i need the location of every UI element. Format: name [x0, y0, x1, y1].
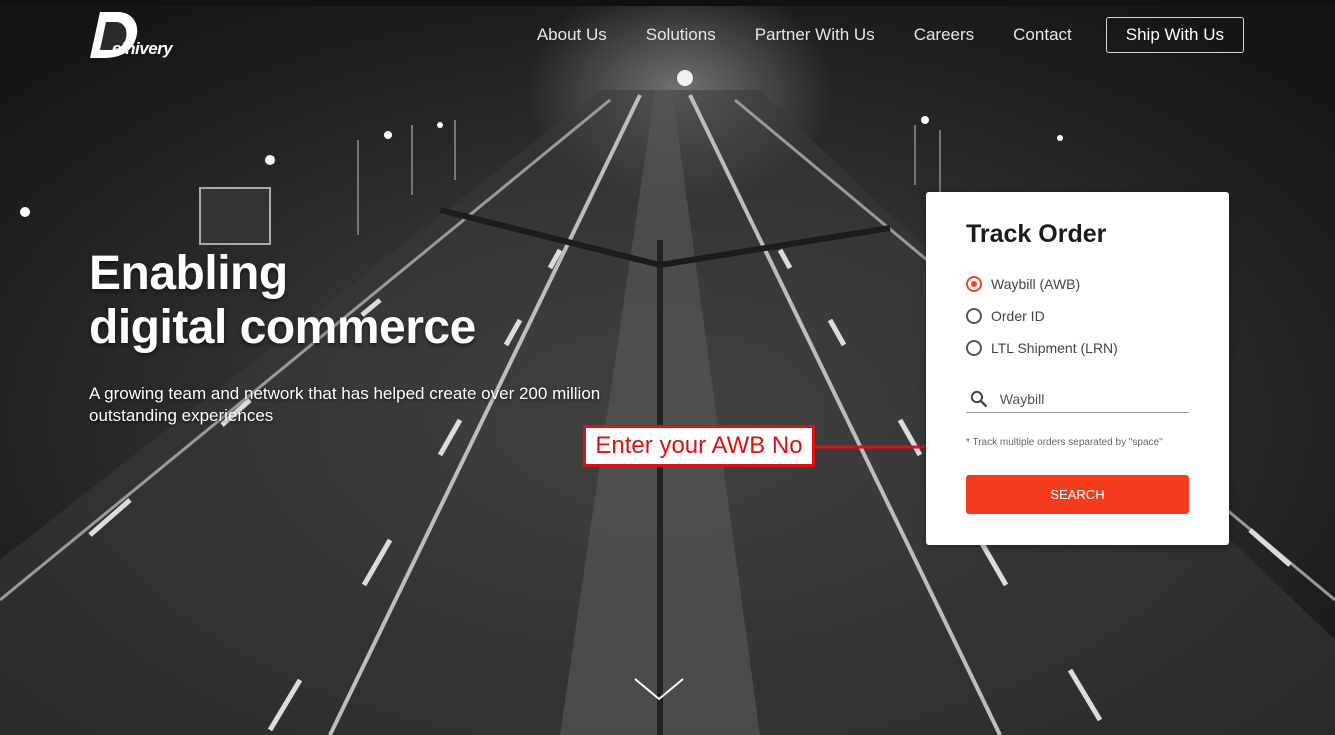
option-waybill-label: Waybill (AWB) — [991, 276, 1081, 292]
ship-with-us-button[interactable]: Ship With Us — [1105, 17, 1244, 53]
waybill-input[interactable] — [997, 389, 1189, 408]
option-ltl-label: LTL Shipment (LRN) — [991, 340, 1118, 356]
chevron-down-icon[interactable] — [633, 675, 685, 703]
track-order-title: Track Order — [966, 220, 1107, 248]
radio-ltl-icon[interactable] — [966, 340, 982, 356]
nav-careers[interactable]: Careers — [914, 25, 974, 45]
nav-contact[interactable]: Contact — [1013, 25, 1072, 45]
option-waybill[interactable]: Waybill (AWB) — [966, 276, 1080, 292]
main-nav: About Us Solutions Partner With Us Caree… — [498, 17, 1244, 53]
waybill-search — [966, 385, 1189, 413]
option-order-id-label: Order ID — [991, 308, 1045, 324]
headline-line-2: digital commerce — [89, 301, 476, 354]
nav-partner-with-us[interactable]: Partner With Us — [755, 25, 875, 45]
track-order-card: Track Order Waybill (AWB) Order ID LTL S… — [926, 192, 1229, 545]
top-bar — [0, 0, 1335, 6]
radio-order-id-icon[interactable] — [966, 308, 982, 324]
nav-about-us[interactable]: About Us — [537, 25, 607, 45]
multiple-orders-hint: * Track multiple orders separated by "sp… — [966, 437, 1163, 448]
annotation-callout: Enter your AWB No — [583, 425, 815, 467]
nav-solutions[interactable]: Solutions — [646, 25, 716, 45]
search-button[interactable]: SEARCH — [966, 475, 1189, 514]
option-order-id[interactable]: Order ID — [966, 308, 1045, 324]
headline-line-1: Enabling — [89, 247, 288, 300]
search-icon — [970, 390, 987, 407]
hero-tagline: A growing team and network that has help… — [89, 384, 601, 425]
hero-headline: Enabling digital commerce — [89, 247, 476, 355]
radio-waybill-checked-icon[interactable] — [966, 276, 982, 292]
logo-text: elhivery — [112, 39, 173, 58]
option-ltl-shipment[interactable]: LTL Shipment (LRN) — [966, 340, 1118, 356]
logo[interactable]: elhivery — [88, 8, 178, 62]
